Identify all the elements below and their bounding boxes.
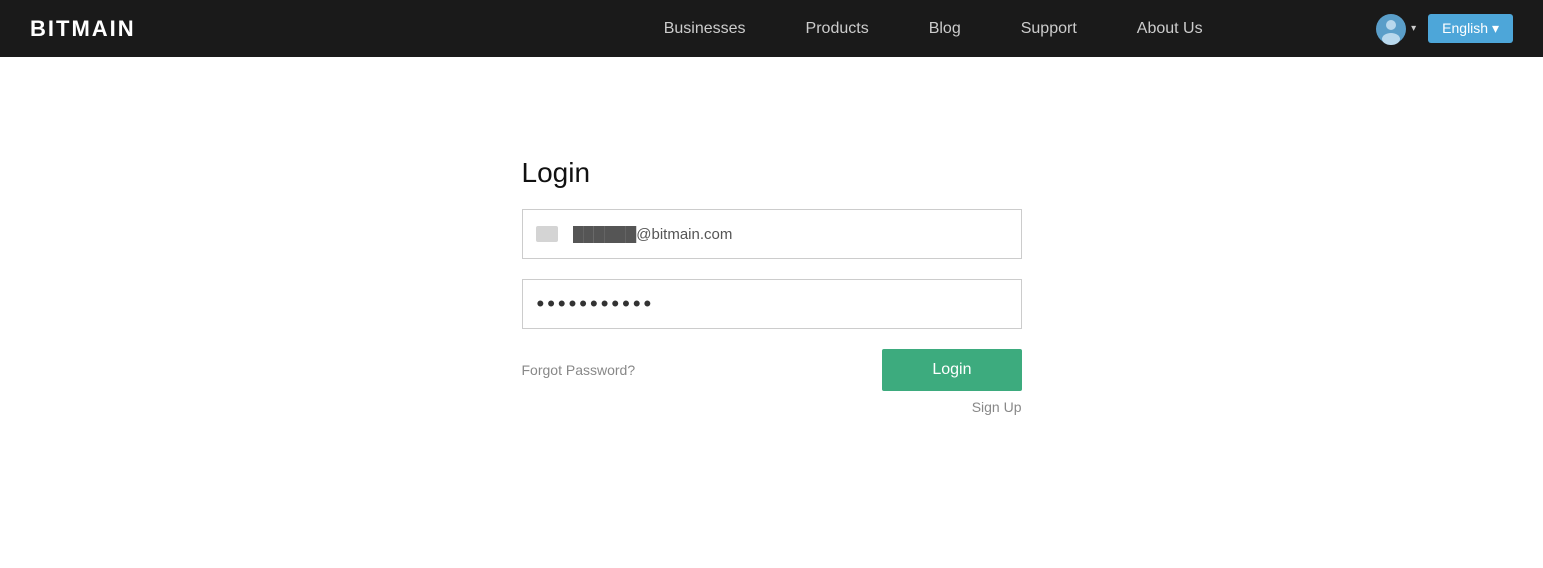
navbar-center: Businesses Products Blog Support About U… [664, 20, 1203, 38]
login-actions: Forgot Password? Login [522, 349, 1022, 391]
nav-item-products[interactable]: Products [806, 20, 869, 38]
navbar: BITMAIN Businesses Products Blog Support… [0, 0, 1543, 57]
forgot-password-link[interactable]: Forgot Password? [522, 362, 636, 378]
login-title: Login [522, 157, 1022, 189]
navbar-right: ▾ English ▾ [1375, 13, 1513, 45]
logo: BITMAIN [30, 16, 136, 42]
user-account-button[interactable]: ▾ [1375, 13, 1416, 45]
password-input[interactable] [522, 279, 1022, 329]
language-button[interactable]: English ▾ [1428, 14, 1513, 43]
email-field-wrapper [522, 209, 1022, 259]
email-icon [536, 226, 558, 242]
nav-item-businesses[interactable]: Businesses [664, 20, 746, 38]
user-avatar-icon [1375, 13, 1407, 45]
login-button[interactable]: Login [882, 349, 1021, 391]
main-content: Login Forgot Password? Login Sign Up [0, 57, 1543, 415]
nav-item-blog[interactable]: Blog [929, 20, 961, 38]
login-box: Login Forgot Password? Login Sign Up [522, 157, 1022, 415]
sign-up-link[interactable]: Sign Up [972, 399, 1022, 415]
sign-up-row: Sign Up [522, 399, 1022, 415]
user-chevron-icon: ▾ [1411, 23, 1416, 34]
email-input[interactable] [522, 209, 1022, 259]
nav-item-support[interactable]: Support [1021, 20, 1077, 38]
nav-item-about-us[interactable]: About Us [1137, 20, 1203, 38]
navbar-left: BITMAIN [30, 16, 136, 42]
